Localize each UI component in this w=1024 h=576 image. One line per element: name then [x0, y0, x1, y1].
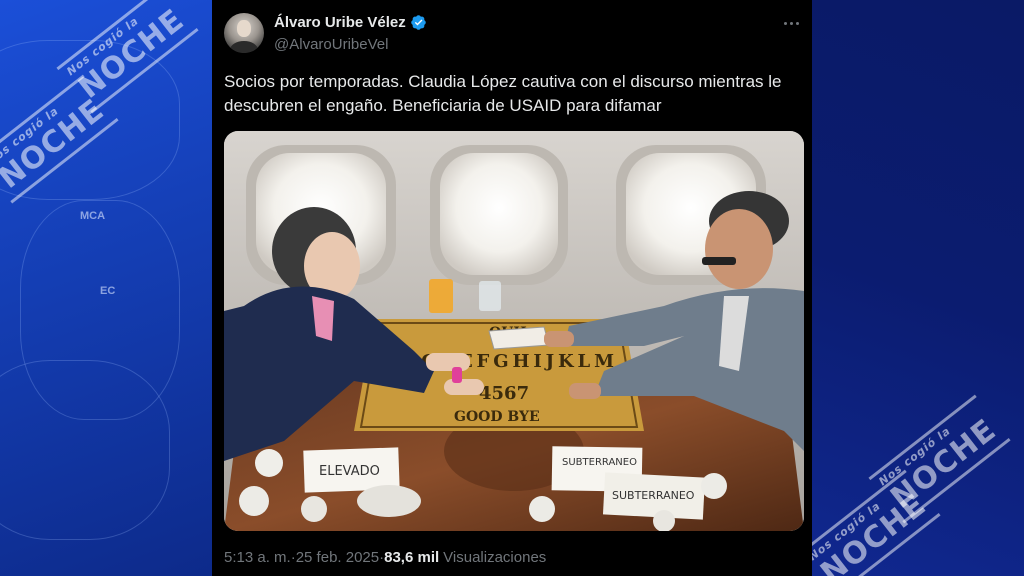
verified-badge-icon — [410, 15, 426, 30]
more-options-icon[interactable] — [780, 12, 802, 34]
views-count: 83,6 mil — [384, 549, 440, 566]
board-goodbye: GOOD BYE — [454, 409, 540, 425]
avatar[interactable] — [224, 13, 264, 53]
tweet-media-image[interactable]: OUIJ ABCDEFGHIJKLM 4567 GOOD BYE — [224, 131, 804, 531]
author-handle[interactable]: @AlvaroUribeVel — [274, 36, 388, 53]
board-numbers: 4567 — [479, 383, 529, 404]
note-right-top: SUBTERRANEO — [562, 457, 637, 468]
background-right-panel: Nos cogió la NOCHE Nos cogió la NOCHE — [812, 0, 1024, 576]
tweet-text: Socios por temporadas. Claudia López cau… — [224, 72, 782, 115]
photo-illustration: OUIJ ABCDEFGHIJKLM 4567 GOOD BYE — [224, 131, 804, 531]
background-left-panel: MCA EC Nos cogió la NOCHE Nos cogió la N… — [0, 0, 212, 576]
tweet-time[interactable]: 5:13 a. m. — [224, 549, 291, 566]
tweet-meta-row: 5:13 a. m. · 25 feb. 2025 · 83,6 mil Vis… — [224, 549, 547, 566]
tweet-date[interactable]: 25 feb. 2025 — [296, 549, 379, 566]
views-label: Visualizaciones — [443, 549, 547, 566]
author-display-name[interactable]: Álvaro Uribe Vélez — [274, 14, 406, 31]
note-right-bottom: SUBTERRANEO — [612, 489, 695, 502]
tweet-card: Álvaro Uribe Vélez @AlvaroUribeVel Socio… — [212, 0, 812, 576]
map-label: MCA — [80, 210, 106, 222]
map-label: EC — [100, 285, 116, 297]
author-row: Álvaro Uribe Vélez — [274, 14, 427, 31]
map-contour — [0, 360, 170, 540]
note-left: ELEVADO — [319, 464, 380, 479]
